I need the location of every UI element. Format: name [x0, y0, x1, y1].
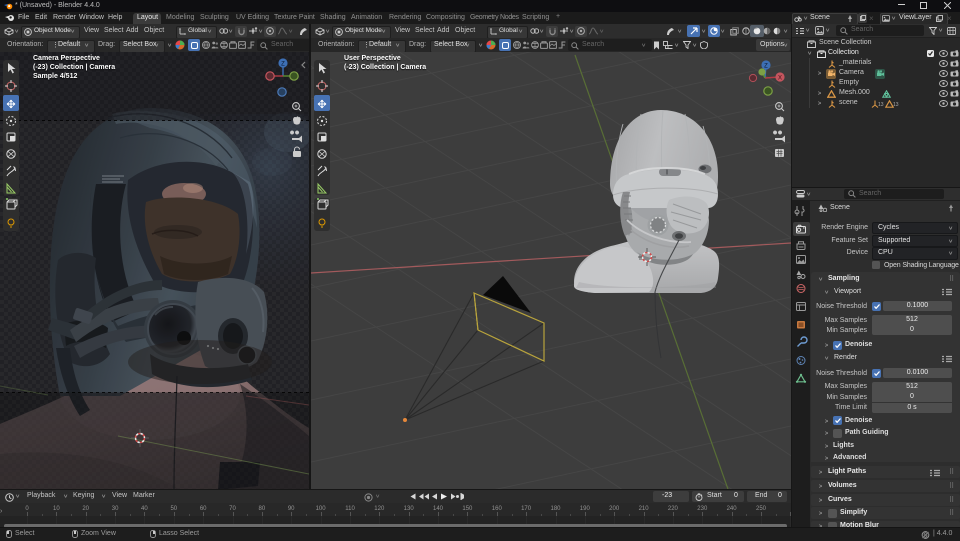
svg-text:Z: Z	[281, 62, 285, 68]
svg-text:X: X	[778, 76, 782, 82]
svg-text:Z: Z	[764, 64, 768, 70]
